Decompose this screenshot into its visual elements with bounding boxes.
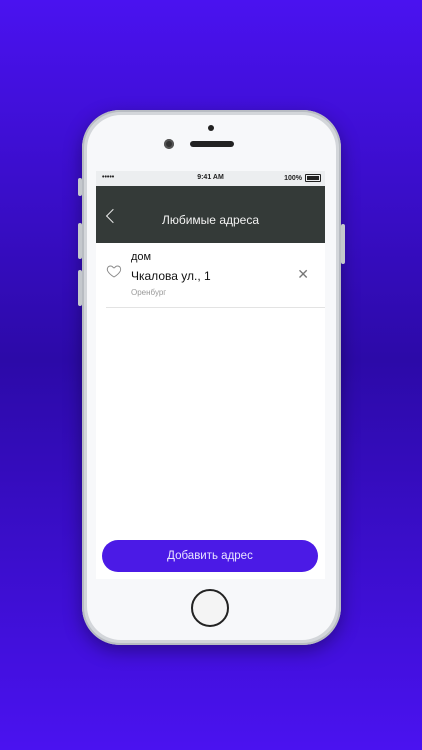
power-button xyxy=(341,224,345,264)
screen: ••••• 9:41 AM 100% Любимые адреса дом Чк… xyxy=(96,171,325,579)
mute-switch xyxy=(78,178,82,196)
front-camera xyxy=(164,139,174,149)
volume-up-button xyxy=(78,223,82,259)
heart-outline-icon[interactable] xyxy=(106,263,122,279)
address-street: Чкалова ул., 1 xyxy=(131,269,211,283)
earpiece-speaker xyxy=(190,141,234,147)
page-title: Любимые адреса xyxy=(161,213,260,227)
nav-bar: Любимые адреса xyxy=(96,186,325,243)
battery-indicator: 100% xyxy=(284,174,321,182)
close-icon[interactable]: ✕ xyxy=(297,267,309,281)
status-bar: ••••• 9:41 AM 100% xyxy=(96,171,325,186)
favorite-address-item[interactable]: дом Чкалова ул., 1 Оренбург ✕ xyxy=(106,243,325,308)
add-address-button[interactable]: Добавить адрес xyxy=(102,540,318,572)
address-city: Оренбург xyxy=(131,288,167,297)
volume-down-button xyxy=(78,270,82,306)
battery-icon xyxy=(305,174,321,182)
battery-percent: 100% xyxy=(284,174,302,182)
home-button[interactable] xyxy=(191,589,229,627)
sensor-dot xyxy=(208,125,214,131)
address-name: дом xyxy=(131,251,152,263)
